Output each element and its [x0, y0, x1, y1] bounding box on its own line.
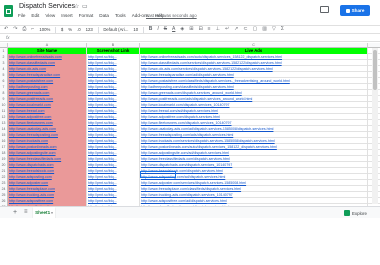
filter-icon[interactable]: ▽	[272, 27, 276, 32]
menu-tools[interactable]: Tools	[115, 13, 126, 18]
all-sheets-icon[interactable]: ≡	[24, 209, 28, 215]
spreadsheet-grid[interactable]: A B C 1 Site Name Screenshot Link Live A…	[0, 43, 380, 206]
last-edit-link[interactable]: Last edit was seconds ago	[146, 13, 197, 18]
chart-icon[interactable]: ▥	[262, 27, 267, 32]
below-app-area	[0, 218, 380, 265]
decrease-decimal-button[interactable]: .0	[77, 27, 81, 32]
title-bar: Dispatch Services ☆ ▭ File Edit View Ins…	[0, 0, 380, 24]
share-label: Share	[351, 8, 365, 13]
menu-data[interactable]: Data	[99, 13, 109, 18]
merge-cells-icon[interactable]: ⊟	[198, 27, 202, 32]
menu-insert[interactable]: Insert	[61, 13, 73, 18]
document-title[interactable]: Dispatch Services	[19, 3, 75, 10]
bold-icon[interactable]: B	[149, 27, 153, 32]
functions-icon[interactable]: Σ	[281, 27, 284, 32]
formula-bar[interactable]: fx	[0, 34, 380, 42]
fill-color-icon[interactable]: ◈	[180, 27, 184, 32]
sheet-tab-label: Sheet1	[35, 210, 51, 215]
scrollbar-thumb[interactable]	[373, 50, 377, 90]
redo-icon[interactable]: ↷	[13, 27, 17, 32]
strikethrough-icon[interactable]: S	[164, 27, 167, 32]
star-icon[interactable]: ☆	[74, 3, 79, 10]
explore-label: Explore	[352, 210, 367, 216]
currency-format-button[interactable]: $	[61, 27, 63, 32]
toolbar: ↶ ↷ ⎙ ⌐ 100% $ % .0 123 Default (Ari... …	[0, 25, 380, 34]
fx-icon: fx	[6, 35, 10, 40]
valign-icon[interactable]: ⊥	[216, 27, 220, 32]
dropdown-arrow-icon: ▾	[51, 210, 53, 215]
percent-format-button[interactable]: %	[68, 27, 72, 32]
sheets-logo-icon[interactable]	[4, 5, 13, 17]
more-formats-button[interactable]: 123	[86, 27, 93, 32]
menu-file[interactable]: File	[18, 13, 25, 18]
explore-button[interactable]: Explore	[344, 209, 367, 217]
menu-bar: File Edit View Insert Format Data Tools …	[18, 13, 164, 18]
text-color-icon[interactable]: A	[172, 27, 175, 32]
borders-icon[interactable]: ⊞	[189, 27, 193, 32]
folder-icon[interactable]: ▭	[82, 3, 88, 10]
print-icon[interactable]: ⎙	[22, 27, 26, 32]
rotate-icon[interactable]: ↗	[234, 27, 238, 32]
toolbar-divider	[97, 26, 99, 33]
wrap-icon[interactable]: ↵	[225, 27, 229, 32]
sheet-tab-bar: + ≡ Sheet1 ▾ Explore	[0, 206, 380, 218]
explore-icon	[344, 210, 350, 216]
comments-icon[interactable]	[320, 6, 329, 13]
toolbar-divider	[143, 26, 144, 33]
share-button[interactable]: Share	[340, 5, 370, 16]
font-select[interactable]: Default (Ari...	[103, 27, 128, 32]
italic-icon[interactable]: I	[157, 27, 158, 32]
link-icon[interactable]: ⊂	[243, 27, 247, 32]
font-size-select[interactable]: 10	[133, 27, 138, 32]
comment-icon[interactable]: ▢	[253, 27, 258, 32]
sheet-tab-sheet1[interactable]: Sheet1 ▾	[33, 207, 55, 218]
menu-view[interactable]: View	[45, 13, 55, 18]
selected-cell-outline	[140, 171, 176, 178]
toolbar-divider	[55, 26, 56, 33]
undo-icon[interactable]: ↶	[4, 27, 8, 32]
zoom-select[interactable]: 100%	[39, 27, 50, 32]
menu-format[interactable]: Format	[79, 13, 94, 18]
paint-format-icon[interactable]: ⌐	[31, 27, 34, 32]
add-sheet-button[interactable]: +	[13, 209, 17, 216]
align-icon[interactable]: ≡	[208, 27, 211, 32]
menu-edit[interactable]: Edit	[31, 13, 39, 18]
lock-icon	[345, 8, 350, 13]
